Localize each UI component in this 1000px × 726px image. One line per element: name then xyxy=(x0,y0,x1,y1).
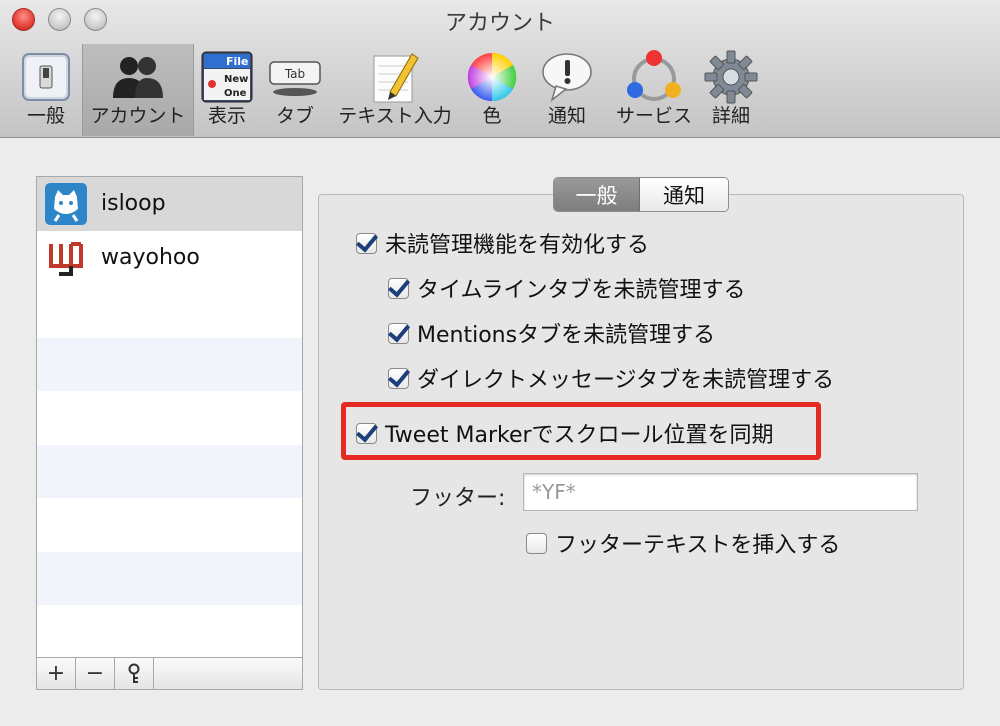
mentions-unread-checkbox[interactable] xyxy=(388,322,409,344)
empty-row xyxy=(37,444,302,498)
account-list-toolbar: + − xyxy=(37,657,302,689)
title-toolbar: アカウント 一般 アカウント File New One 表示 Tab タブ テキ… xyxy=(0,0,1000,138)
toolbar-color[interactable]: 色 xyxy=(460,44,524,136)
tweet-marker-checkbox[interactable] xyxy=(356,422,377,444)
timeline-unread-option[interactable]: タイムラインタブを未読管理する xyxy=(388,272,745,304)
tweet-marker-label: Tweet Markerでスクロール位置を同期 xyxy=(385,423,774,448)
footer-input[interactable] xyxy=(523,473,918,511)
toolbar-general[interactable]: 一般 xyxy=(10,44,82,136)
footer-label: フッター: xyxy=(410,486,506,511)
timeline-unread-checkbox[interactable] xyxy=(388,277,409,299)
window-title: アカウント xyxy=(444,11,555,36)
account-name-wayohoo: wayohoo xyxy=(101,244,200,270)
toolbar-display[interactable]: File New One 表示 xyxy=(194,44,260,136)
tab-general[interactable]: 一般 xyxy=(554,178,640,211)
empty-row xyxy=(37,337,302,391)
switch-icon xyxy=(22,53,70,101)
account-name-isloop: isloop xyxy=(101,191,166,217)
add-account-button[interactable]: + xyxy=(37,658,76,689)
key-icon xyxy=(128,663,140,683)
empty-row xyxy=(37,498,302,552)
account-list: isloop wayohoo + − xyxy=(36,176,303,690)
toolbar-advanced[interactable]: 詳細 xyxy=(698,44,764,136)
dm-unread-label: ダイレクトメッセージタブを未読管理する xyxy=(417,368,835,393)
insert-footer-option[interactable]: フッターテキストを挿入する xyxy=(526,527,840,559)
display-icon: File New One xyxy=(201,51,253,103)
enable-unread-option[interactable]: 未読管理機能を有効化する xyxy=(356,227,649,259)
services-icon xyxy=(627,50,681,101)
settings-segmented-control: 一般 通知 xyxy=(553,177,729,212)
enable-unread-checkbox[interactable] xyxy=(356,232,377,254)
preferences-window: アカウント 一般 アカウント File New One 表示 Tab タブ テキ… xyxy=(0,0,1000,726)
empty-row xyxy=(37,284,302,338)
gear-icon xyxy=(704,50,758,104)
tweet-marker-option[interactable]: Tweet Markerでスクロール位置を同期 xyxy=(356,417,774,449)
account-row-isloop[interactable]: isloop xyxy=(37,177,302,231)
insert-footer-checkbox[interactable] xyxy=(526,532,547,554)
pencil-icon xyxy=(373,53,419,103)
timeline-unread-label: タイムラインタブを未読管理する xyxy=(417,278,746,303)
toolbar-accounts[interactable]: アカウント xyxy=(82,44,194,136)
svg-text:File: File xyxy=(226,55,249,68)
users-icon xyxy=(113,57,163,98)
tab-icon: Tab xyxy=(269,61,321,96)
dm-unread-checkbox[interactable] xyxy=(388,367,409,389)
mentions-unread-option[interactable]: Mentionsタブを未読管理する xyxy=(388,317,715,349)
dm-unread-option[interactable]: ダイレクトメッセージタブを未読管理する xyxy=(388,362,834,394)
empty-row xyxy=(37,551,302,605)
svg-text:Tab: Tab xyxy=(284,67,305,81)
svg-text:One: One xyxy=(224,88,247,99)
mentions-unread-label: Mentionsタブを未読管理する xyxy=(417,323,716,348)
color-wheel-icon xyxy=(467,52,517,102)
svg-text:New: New xyxy=(224,74,248,85)
toolbar-text-input[interactable]: テキスト入力 xyxy=(330,44,460,136)
notification-icon xyxy=(542,53,592,103)
account-row-wayohoo[interactable]: wayohoo xyxy=(37,231,302,285)
remove-account-button[interactable]: − xyxy=(76,658,115,689)
toolbar-notification[interactable]: 通知 xyxy=(524,44,610,136)
wayohoo-logo-icon xyxy=(45,236,87,279)
toolbar-services[interactable]: サービス xyxy=(610,44,698,136)
enable-unread-label: 未読管理機能を有効化する xyxy=(385,233,650,258)
authorize-account-button[interactable] xyxy=(115,658,154,689)
toolbar-tabs[interactable]: Tab タブ xyxy=(260,44,330,136)
cat-avatar-icon xyxy=(45,182,87,225)
preferences-toolbar: 一般 アカウント File New One 表示 Tab タブ テキスト入力 色… xyxy=(10,44,764,136)
insert-footer-label: フッターテキストを挿入する xyxy=(555,533,841,558)
tab-notification[interactable]: 通知 xyxy=(640,178,728,211)
empty-row xyxy=(37,391,302,445)
